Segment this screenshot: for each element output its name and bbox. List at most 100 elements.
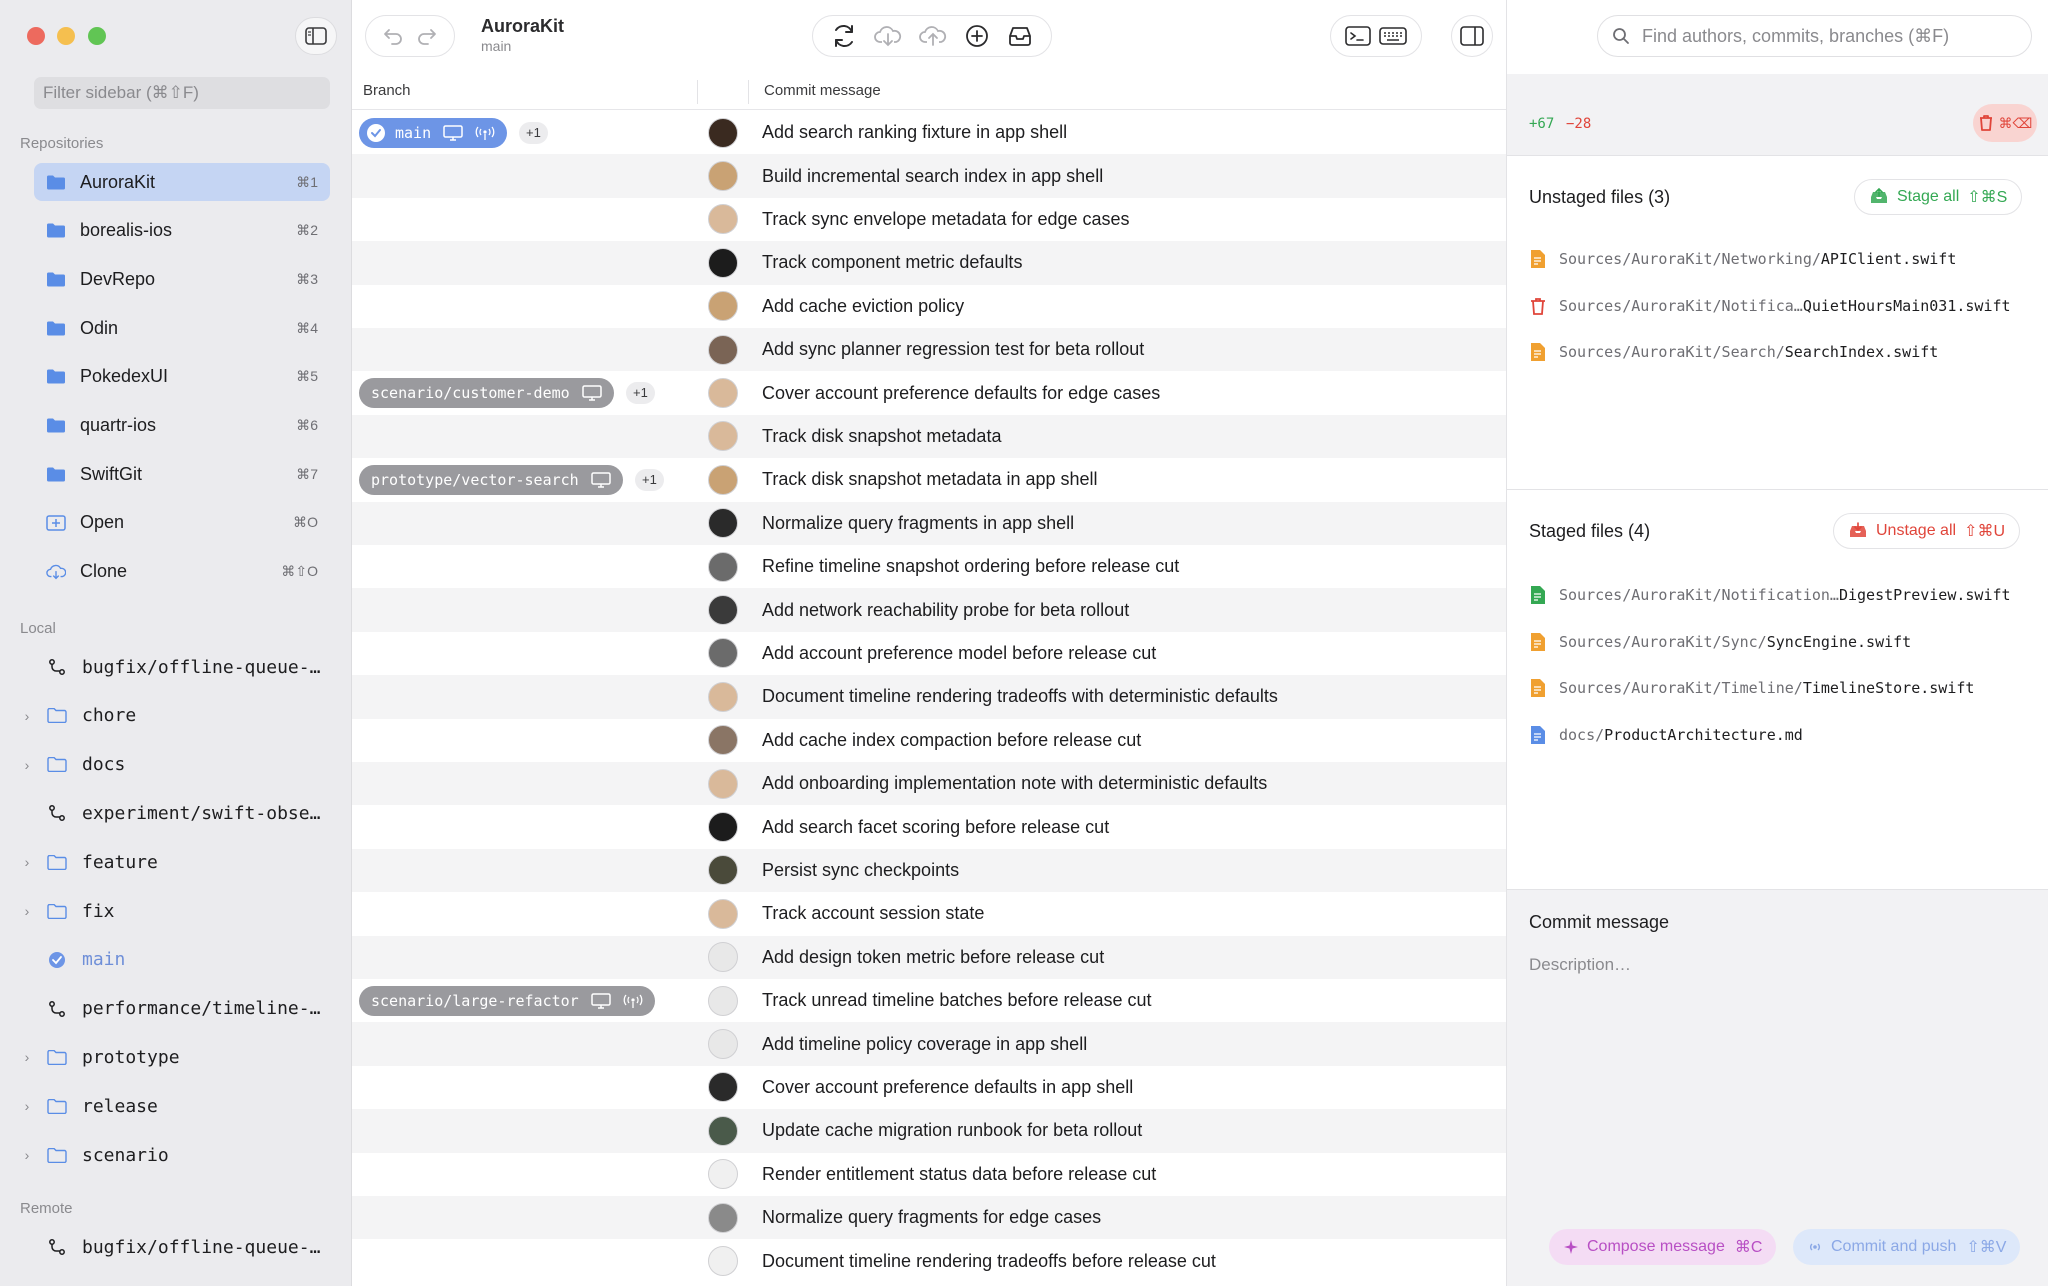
commit-row[interactable]: Add design token metric before release c…	[352, 935, 1506, 979]
add-circle-icon[interactable]	[964, 23, 990, 49]
extra-refs-badge[interactable]: +1	[635, 469, 664, 492]
local-branch-item[interactable]: › chore	[20, 697, 330, 735]
unstaged-file-row[interactable]: Sources/AuroraKit/Search/SearchIndex.swi…	[1529, 340, 1938, 364]
branch-tag[interactable]: scenario/large-refactor	[359, 986, 655, 1016]
commit-message: Cover account preference defaults for ed…	[762, 382, 1161, 403]
chevron-right-icon[interactable]: ›	[20, 708, 34, 724]
commit-row[interactable]: Add sync planner regression test for bet…	[352, 328, 1506, 372]
close-window-button[interactable]	[27, 27, 45, 45]
local-branch-item[interactable]: › fix	[20, 892, 330, 930]
local-branch-item[interactable]: › prototype	[20, 1038, 330, 1076]
branch-tag[interactable]: scenario/customer-demo	[359, 378, 614, 409]
folder-icon	[47, 903, 67, 919]
sidebar-repo-item[interactable]: Odin ⌘4	[34, 309, 330, 347]
commit-description-input[interactable]: Description…	[1529, 955, 1631, 975]
remote-branch-item[interactable]: bugfix/offline-queue-…	[20, 1228, 330, 1266]
local-branch-item[interactable]: › docs	[20, 746, 330, 784]
commit-row[interactable]: Build incremental search index in app sh…	[352, 154, 1506, 198]
sidebar-repo-item[interactable]: DevRepo ⌘3	[34, 260, 330, 298]
discard-changes-button[interactable]: ⌘⌫	[1973, 104, 2037, 142]
pull-cloud-icon[interactable]	[874, 24, 902, 48]
commit-row[interactable]: Normalize query fragments in app shell	[352, 501, 1506, 545]
sidebar-repo-item[interactable]: borealis-ios ⌘2	[34, 212, 330, 250]
chevron-right-icon[interactable]: ›	[20, 854, 34, 870]
commit-row[interactable]: Refine timeline snapshot ordering before…	[352, 545, 1506, 588]
branch-tag-label: scenario/large-refactor	[371, 992, 579, 1010]
commit-row[interactable]: Track component metric defaults	[352, 241, 1506, 285]
extra-refs-badge[interactable]: +1	[626, 382, 655, 405]
redo-icon[interactable]	[416, 27, 438, 45]
commit-row[interactable]: Add cache eviction policy	[352, 285, 1506, 328]
local-branch-item[interactable]: › scenario	[20, 1136, 330, 1174]
fetch-refresh-icon[interactable]	[831, 23, 857, 49]
commit-row[interactable]: Track account session state	[352, 892, 1506, 935]
commit-row[interactable]: Track sync envelope metadata for edge ca…	[352, 198, 1506, 241]
commit-row[interactable]: Add search facet scoring before release …	[352, 805, 1506, 848]
commit-row[interactable]: Add timeline policy coverage in app shel…	[352, 1022, 1506, 1066]
keyboard-icon[interactable]	[1379, 26, 1407, 46]
repo-icon	[46, 418, 66, 433]
sidebar-toggle-button[interactable]	[295, 17, 337, 55]
sidebar-repo-item[interactable]: PokedexUI ⌘5	[34, 358, 330, 396]
commit-row[interactable]: Track disk snapshot metadata	[352, 414, 1506, 459]
chevron-right-icon[interactable]: ›	[20, 903, 34, 919]
commit-row[interactable]: Add onboarding implementation note with …	[352, 762, 1506, 806]
sidebar-repo-item[interactable]: AuroraKit ⌘1	[34, 163, 330, 201]
local-branch-item[interactable]: › release	[20, 1087, 330, 1125]
commit-row[interactable]: Normalize query fragments for edge cases	[352, 1196, 1506, 1240]
push-cloud-icon[interactable]	[919, 24, 947, 48]
commit-message-title[interactable]: Commit message	[1529, 912, 1669, 933]
commit-row[interactable]: Render entitlement status data before re…	[352, 1153, 1506, 1196]
compose-message-button[interactable]: Compose message ⌘C	[1549, 1229, 1777, 1265]
modified-file-icon	[1531, 343, 1545, 361]
chevron-right-icon[interactable]: ›	[20, 757, 34, 773]
staged-file-row[interactable]: docs/ProductArchitecture.md	[1529, 723, 1803, 747]
local-branch-item[interactable]: performance/timeline-…	[20, 990, 330, 1028]
commit-row[interactable]: Document timeline rendering tradeoffs be…	[352, 1239, 1506, 1282]
staged-file-row[interactable]: Sources/AuroraKit/Timeline/TimelineStore…	[1529, 676, 1974, 700]
staged-file-row[interactable]: Sources/AuroraKit/Sync/SyncEngine.swift	[1529, 630, 1911, 654]
sidebar-repo-item[interactable]: SwiftGit ⌘7	[34, 455, 330, 493]
commit-row[interactable]: Update cache migration runbook for beta …	[352, 1109, 1506, 1153]
chevron-right-icon[interactable]: ›	[20, 1049, 34, 1065]
commit-message: Track account session state	[762, 903, 985, 924]
sidebar-repo-item[interactable]: Open ⌘O	[34, 504, 330, 542]
branch-column-header[interactable]: Branch	[363, 82, 411, 99]
terminal-icon[interactable]	[1345, 25, 1371, 47]
commit-row[interactable]: Persist sync checkpoints	[352, 848, 1506, 893]
chevron-right-icon[interactable]: ›	[20, 1147, 34, 1163]
local-branch-item[interactable]: › feature	[20, 843, 330, 881]
commit-row[interactable]: Add account preference model before rele…	[352, 632, 1506, 675]
branch-tag[interactable]: prototype/vector-search	[359, 465, 623, 496]
compose-message-label: Compose message	[1587, 1238, 1725, 1255]
sidebar-repo-item[interactable]: quartr-ios ⌘6	[34, 407, 330, 445]
sidebar-repo-item[interactable]: Clone ⌘⇧O	[34, 553, 330, 591]
antenna-icon	[623, 994, 643, 1008]
undo-icon[interactable]	[382, 27, 404, 45]
commit-message: Track component metric defaults	[762, 252, 1023, 273]
stage-all-button[interactable]: Stage all ⇧⌘S	[1854, 179, 2023, 215]
stash-tray-icon[interactable]	[1007, 24, 1033, 48]
commit-row[interactable]: Cover account preference defaults in app…	[352, 1066, 1506, 1109]
unstage-all-button[interactable]: Unstage all ⇧⌘U	[1833, 513, 2021, 549]
local-branch-item[interactable]: experiment/swift-obse…	[20, 794, 330, 832]
commit-and-push-button[interactable]: Commit and push ⇧⌘V	[1793, 1229, 2021, 1265]
message-column-header[interactable]: Commit message	[764, 82, 881, 99]
staged-file-row[interactable]: Sources/AuroraKit/Notification… DigestPre…	[1529, 583, 2011, 607]
commit-row[interactable]: Add cache index compaction before releas…	[352, 719, 1506, 762]
local-branch-item[interactable]: bugfix/offline-queue-…	[20, 648, 330, 686]
inspector-toggle-button[interactable]	[1451, 15, 1493, 57]
unstaged-file-row[interactable]: Sources/AuroraKit/Networking/APIClient.s…	[1529, 247, 1956, 271]
extra-refs-badge[interactable]: +1	[519, 122, 548, 144]
search-input[interactable]: Find authors, commits, branches (⌘F)	[1597, 15, 2032, 57]
commit-row[interactable]: Add network reachability probe for beta …	[352, 588, 1506, 632]
unstaged-file-row[interactable]: Sources/AuroraKit/Notifica… QuietHoursMai…	[1529, 294, 2011, 318]
branch-tag[interactable]: main	[359, 118, 508, 148]
local-branch-item[interactable]: main	[20, 941, 330, 979]
commit-row[interactable]: Document timeline rendering tradeoffs wi…	[352, 675, 1506, 719]
chevron-right-icon[interactable]: ›	[20, 1098, 34, 1114]
minimize-window-button[interactable]	[57, 27, 75, 45]
zoom-window-button[interactable]	[88, 27, 106, 45]
commit-message: Build incremental search index in app sh…	[762, 165, 1104, 186]
sidebar-filter-input[interactable]: Filter sidebar (⌘⇧F)	[34, 77, 330, 109]
